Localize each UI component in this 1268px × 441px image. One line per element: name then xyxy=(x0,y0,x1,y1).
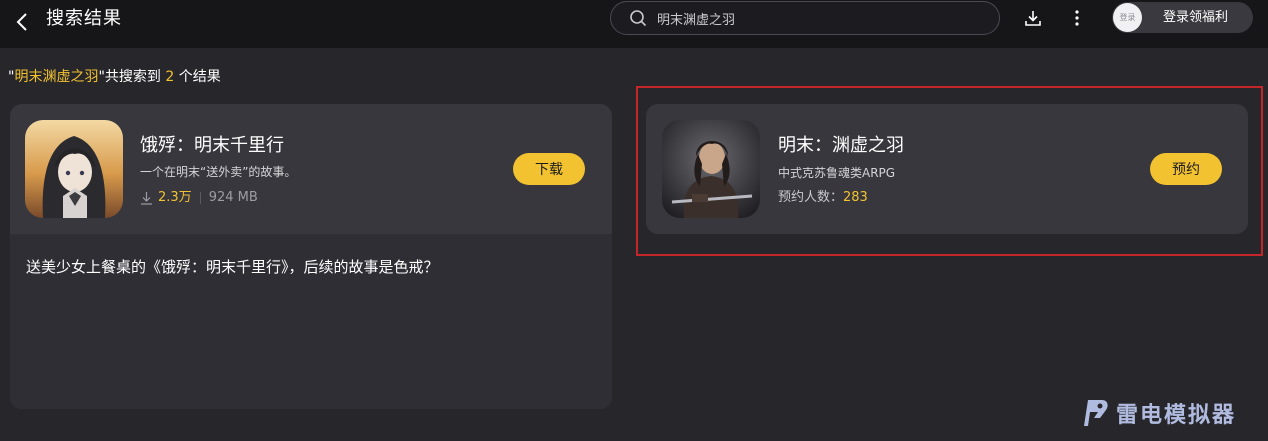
search-query: 明末渊虚之羽 xyxy=(14,69,99,85)
result-summary: "明末渊虚之羽"共搜索到 2 个结果 xyxy=(8,69,221,85)
meta-divider xyxy=(199,192,201,204)
login-button[interactable]: 登录 登录领福利 xyxy=(1112,2,1253,33)
search-input[interactable] xyxy=(657,10,957,26)
download-count-icon xyxy=(141,192,152,205)
app-name[interactable]: 饿殍：明末千里行 xyxy=(140,133,284,159)
download-count: 2.3万 xyxy=(158,190,192,205)
app-meta: 2.3万 924 MB xyxy=(140,189,258,207)
page-title: 搜索结果 xyxy=(46,8,122,29)
avatar: 登录 xyxy=(1113,3,1142,32)
leidian-logo-icon xyxy=(1084,400,1108,426)
search-icon xyxy=(630,10,647,27)
watermark: 雷电模拟器 xyxy=(1082,397,1236,429)
highlight-annotation-box xyxy=(636,86,1263,256)
download-button[interactable]: 下载 xyxy=(513,153,585,185)
game-cover-image xyxy=(25,120,123,218)
app-description: 一个在明末“送外卖”的故事。 xyxy=(140,165,297,179)
top-bar: 搜索结果 登录 登录领福利 xyxy=(0,0,1268,48)
back-arrow-icon xyxy=(16,13,27,31)
related-article-link[interactable]: 送美少女上餐桌的《饿殍：明末千里行》，后续的故事是色戒？ xyxy=(26,256,439,278)
download-manager-button[interactable] xyxy=(1022,7,1044,29)
back-button[interactable] xyxy=(8,8,36,36)
search-box[interactable] xyxy=(610,1,1000,35)
more-vertical-icon xyxy=(1075,10,1079,26)
download-icon xyxy=(1025,11,1041,26)
login-label: 登录领福利 xyxy=(1163,10,1229,25)
result-count: 2 xyxy=(165,69,175,85)
file-size: 924 MB xyxy=(208,190,258,205)
app-icon-e-piao[interactable] xyxy=(25,120,123,218)
watermark-text: 雷电模拟器 xyxy=(1116,403,1237,428)
more-options-button[interactable] xyxy=(1066,7,1088,29)
